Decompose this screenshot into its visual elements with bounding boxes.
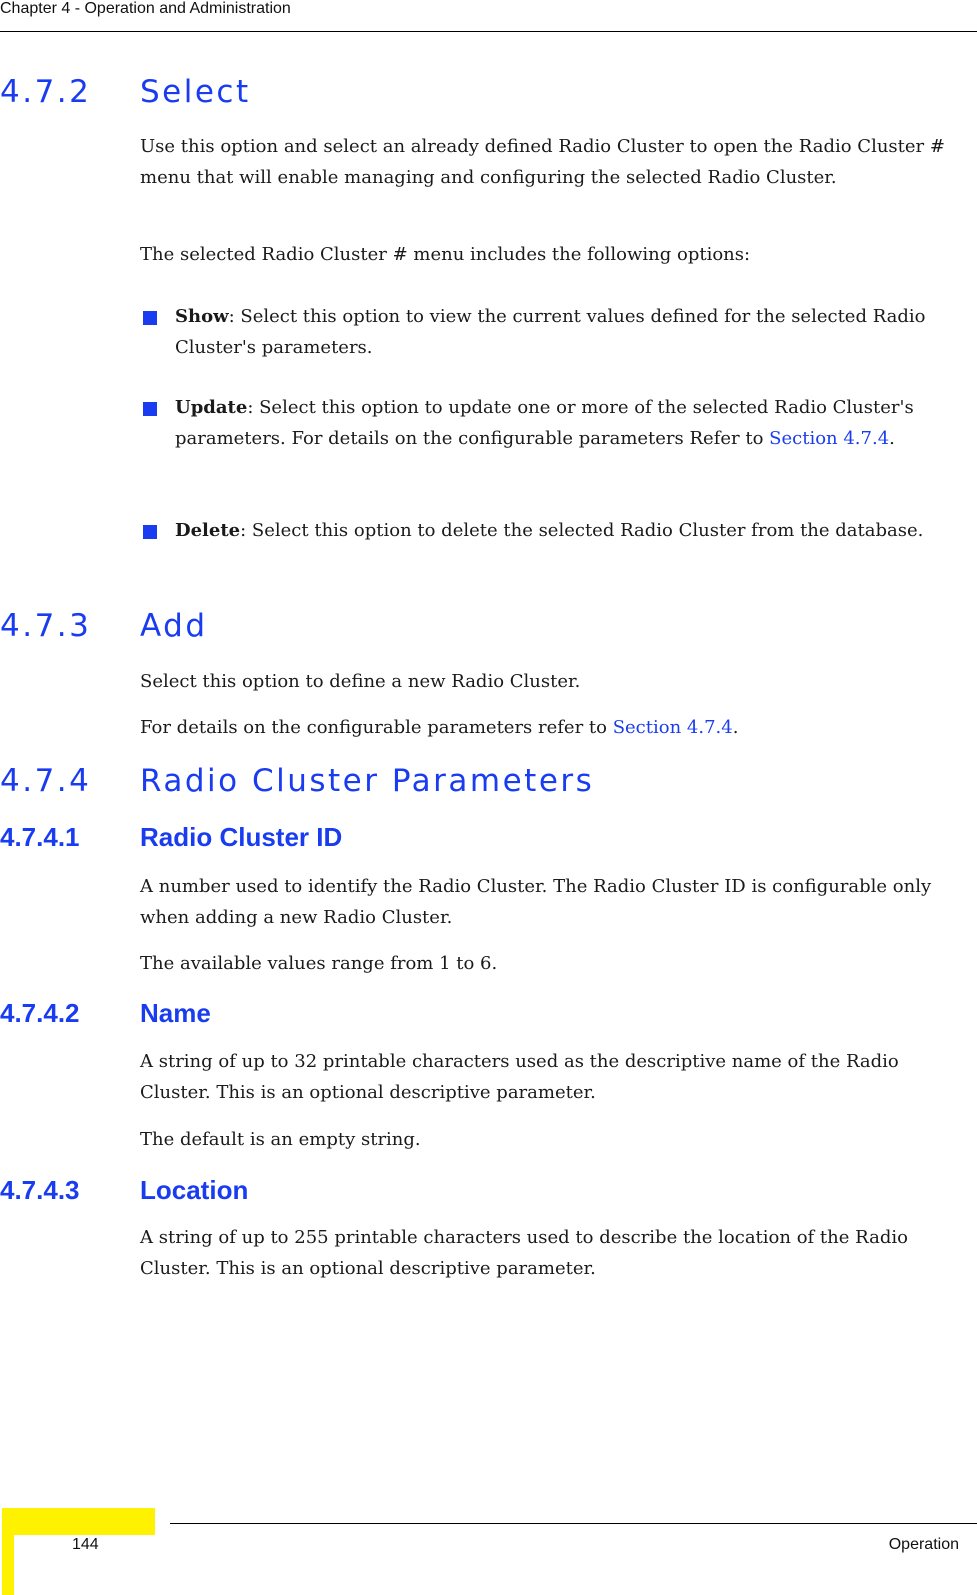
bullet-text-end: . <box>889 428 895 449</box>
bullet-delete: Delete: Select this option to delete the… <box>140 515 970 546</box>
bullet-update: Update: Select this option to update one… <box>140 392 970 454</box>
name-paragraph-1: A string of up to 32 printable character… <box>140 1051 899 1103</box>
add-paragraph-2: For details on the configurable paramete… <box>140 712 970 743</box>
bullet-term: Show <box>175 306 229 327</box>
heading-radio-cluster-id: 4.7.4.1 Radio Cluster ID <box>0 822 342 852</box>
bullet-square-icon <box>143 311 157 325</box>
section-link[interactable]: Section 4.7.4 <box>613 717 733 738</box>
heading-number: 4.7.4.2 <box>0 998 80 1028</box>
heading-name: 4.7.4.2 Name <box>0 998 211 1028</box>
footer-yellow-bar <box>2 1508 155 1535</box>
header-divider <box>0 31 977 32</box>
heading-title: Radio Cluster Parameters <box>140 763 595 799</box>
heading-select: 4.7.2 Select <box>0 74 251 110</box>
heading-title: Name <box>140 998 211 1028</box>
heading-title: Radio Cluster ID <box>140 822 343 852</box>
bullet-show: Show: Select this option to view the cur… <box>140 301 970 363</box>
heading-number: 4.7.3 <box>0 608 92 644</box>
select-paragraph-2: The selected Radio Cluster # menu includ… <box>140 244 751 265</box>
heading-title: Select <box>140 74 251 110</box>
select-paragraph-1: Use this option and select an already de… <box>140 136 945 188</box>
bullet-term: Update <box>175 397 248 418</box>
heading-number: 4.7.4.3 <box>0 1175 80 1205</box>
heading-title: Location <box>140 1175 249 1205</box>
heading-title: Add <box>140 608 208 644</box>
bullet-term: Delete <box>175 520 241 541</box>
bullet-text: : Select this option to delete the selec… <box>240 520 924 541</box>
bullet-text: : Select this option to view the current… <box>175 306 926 358</box>
radio-cluster-id-paragraph-1: A number used to identify the Radio Clus… <box>140 876 932 928</box>
heading-add: 4.7.3 Add <box>0 608 208 644</box>
add-paragraph-1: Select this option to define a new Radio… <box>140 671 581 692</box>
running-header: Chapter 4 - Operation and Administration <box>0 0 291 17</box>
footer-section-name: Operation <box>888 1536 959 1553</box>
bullet-square-icon <box>143 402 157 416</box>
heading-number: 4.7.4.1 <box>0 822 80 852</box>
section-link[interactable]: Section 4.7.4 <box>769 428 889 449</box>
heading-location: 4.7.4.3 Location <box>0 1175 248 1205</box>
footer-yellow-bar-vertical <box>2 1508 14 1595</box>
location-paragraph-1: A string of up to 255 printable characte… <box>140 1227 908 1279</box>
heading-number: 4.7.4 <box>0 763 92 799</box>
footer-divider <box>170 1523 977 1524</box>
bullet-square-icon <box>143 525 157 539</box>
heading-number: 4.7.2 <box>0 74 92 110</box>
heading-radio-cluster-parameters: 4.7.4 Radio Cluster Parameters <box>0 763 594 799</box>
add-paragraph-text: For details on the configurable paramete… <box>140 717 613 738</box>
add-paragraph-end: . <box>732 717 739 738</box>
radio-cluster-id-paragraph-2: The available values range from 1 to 6. <box>140 953 498 974</box>
page-number: 144 <box>72 1536 99 1553</box>
name-paragraph-2: The default is an empty string. <box>140 1129 421 1150</box>
